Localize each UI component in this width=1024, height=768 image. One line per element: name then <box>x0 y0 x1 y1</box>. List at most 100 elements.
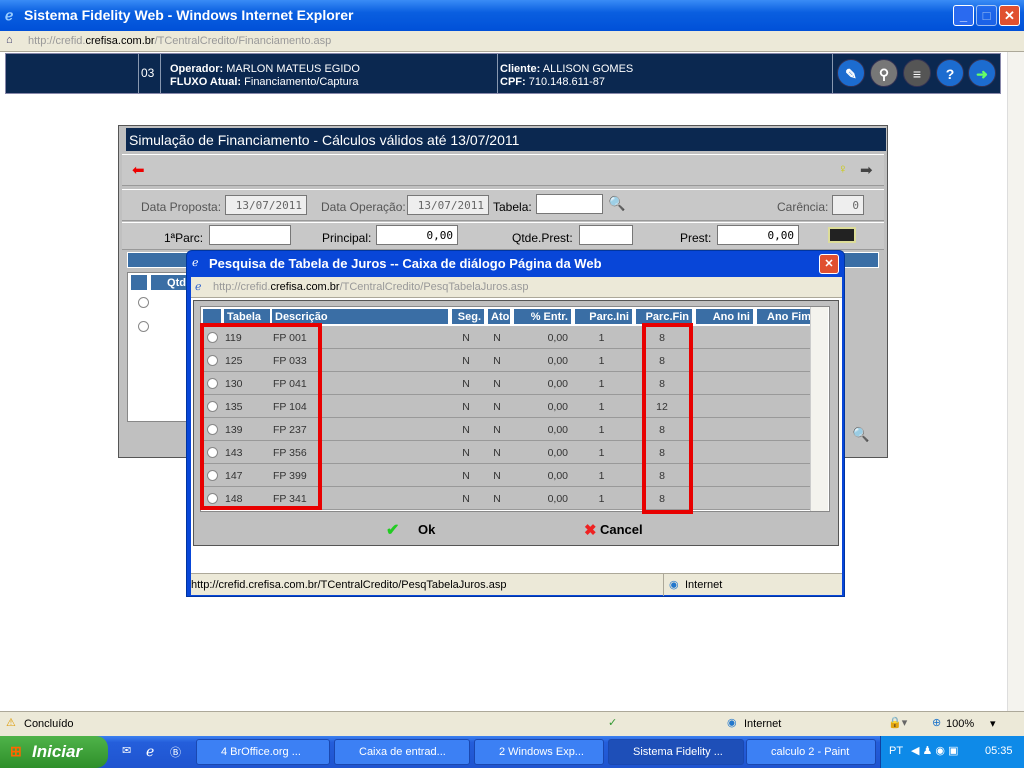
cell-parc-ini: 1 <box>598 470 605 482</box>
cancel-button[interactable]: ✖ Cancel <box>584 522 643 539</box>
cell-entrada: 0,00 <box>547 447 568 459</box>
globe-icon: ◉ <box>727 717 737 729</box>
principal-field[interactable]: 0,00 <box>376 225 458 245</box>
cell-seg: N <box>462 332 470 344</box>
zoom-dropdown-icon[interactable]: ▾ <box>990 717 996 730</box>
task-label: Caixa de entrad... <box>359 746 446 758</box>
cell-parc-ini: 1 <box>598 447 605 459</box>
ie-quicklaunch-icon[interactable]: ℯ <box>146 743 154 760</box>
cell-ato: N <box>493 424 501 436</box>
table-scrollbar[interactable] <box>810 307 828 511</box>
cancel-label: Cancel <box>600 522 643 537</box>
col-header-parc-ini[interactable]: Parc.Ini <box>574 308 633 325</box>
exit-icon[interactable]: ➜ <box>968 59 996 87</box>
tray-icons[interactable]: ◀ ♟ ◉ ▣ <box>911 744 958 757</box>
task-label: calculo 2 - Paint <box>771 746 850 758</box>
start-button[interactable]: ⊞ Iniciar <box>0 736 108 768</box>
taskbar: ⊞ Iniciar ✉ ℯ Ⓑ 4 BrOffice.org ... Caixa … <box>0 736 1024 768</box>
cell-seg: N <box>462 424 470 436</box>
dialog-close-button[interactable]: ✕ <box>819 254 839 274</box>
col-header-seg[interactable]: Seg. <box>451 308 485 325</box>
language-indicator[interactable]: PT <box>889 745 903 757</box>
warning-icon: ⚠ <box>6 717 16 729</box>
address-domain: crefisa.com.br <box>85 35 155 47</box>
privacy-icon: ✓ <box>608 717 618 729</box>
highlight-box-parc-fin <box>642 323 693 514</box>
qtde-prest-label: Qtde.Prest: <box>512 231 573 245</box>
task-paint[interactable]: calculo 2 - Paint <box>746 739 876 765</box>
carencia-field[interactable]: 0 <box>832 195 864 215</box>
cell-seg: N <box>462 493 470 505</box>
prest-label: Prest: <box>680 231 712 245</box>
cell-entrada: 0,00 <box>547 470 568 482</box>
results-col-select <box>130 274 148 291</box>
outlook-quicklaunch-icon[interactable]: ✉ <box>122 744 131 757</box>
help-icon[interactable]: ? <box>936 59 964 87</box>
address-bar[interactable]: ⌂ http://crefid.crefisa.com.br/TCentralC… <box>0 31 1024 52</box>
window-title: Sistema Fidelity Web - Windows Internet … <box>24 7 354 23</box>
prest-field[interactable]: 0,00 <box>717 225 799 245</box>
ok-label: Ok <box>418 522 436 537</box>
back-arrow-icon[interactable]: ⬅ <box>132 161 145 179</box>
col-header-entrada[interactable]: % Entr. <box>513 308 572 325</box>
dates-row: Data Proposta: 13/07/2011 Data Operação:… <box>122 189 884 221</box>
flow-value: Financiamento/Captura <box>244 76 359 88</box>
cell-entrada: 0,00 <box>547 332 568 344</box>
page-icon: ⌂ <box>6 34 13 46</box>
col-header-ato[interactable]: Ato <box>487 308 511 325</box>
cell-entrada: 0,00 <box>547 493 568 505</box>
search-icon[interactable]: 🔍 <box>852 426 869 443</box>
cell-entrada: 0,00 <box>547 355 568 367</box>
forward-arrow-icon[interactable]: ➡ <box>860 161 873 179</box>
task-label: 4 BrOffice.org ... <box>221 746 301 758</box>
tabela-label: Tabela: <box>493 200 532 214</box>
maximize-button[interactable]: □ <box>976 5 997 26</box>
task-inbox[interactable]: Caixa de entrad... <box>334 739 470 765</box>
search-tabela-icon[interactable]: 🔍 <box>608 195 625 212</box>
address-prefix: http://crefid. <box>28 35 86 47</box>
values-row: 1ªParc: Principal: 0,00 Qtde.Prest: Pres… <box>122 222 884 250</box>
data-proposta-field[interactable]: 13/07/2011 <box>225 195 307 215</box>
edit-icon[interactable]: ✎ <box>837 59 865 87</box>
results-grid: Qtd <box>127 272 190 422</box>
task-sistema-fidelity[interactable]: Sistema Fidelity ... <box>608 739 744 765</box>
lightbulb-icon[interactable]: ♀ <box>838 161 848 176</box>
data-operacao-field[interactable]: 13/07/2011 <box>407 195 489 215</box>
app-header: 03 Operador: MARLON MATEUS EGIDO FLUXO At… <box>5 53 1001 94</box>
results-radio[interactable] <box>138 297 149 308</box>
task-label: Sistema Fidelity ... <box>633 746 723 758</box>
zoom-level[interactable]: 100% <box>946 718 974 730</box>
results-radio[interactable] <box>138 321 149 332</box>
qtde-prest-field[interactable] <box>579 225 633 245</box>
cell-parc-ini: 1 <box>598 493 605 505</box>
calculator-icon[interactable] <box>828 227 856 243</box>
list-icon[interactable]: ≡ <box>903 59 931 87</box>
cell-ato: N <box>493 332 501 344</box>
page-scrollbar[interactable] <box>1007 52 1024 711</box>
col-header-ano-ini[interactable]: Ano Ini <box>695 308 754 325</box>
dialog-zone: Internet <box>685 579 723 591</box>
close-button[interactable]: ✕ <box>999 5 1020 26</box>
tabela-field[interactable] <box>536 194 603 214</box>
cell-ato: N <box>493 447 501 459</box>
windows-logo-icon: ⊞ <box>10 743 22 759</box>
dialog-title: Pesquisa de Tabela de Juros -- Caixa de … <box>209 256 602 271</box>
cell-parc-ini: 1 <box>598 378 605 390</box>
protected-mode-icon[interactable]: 🔒▾ <box>888 716 907 729</box>
col-header-ano-fim[interactable]: Ano Fim <box>756 308 815 325</box>
search-users-icon[interactable]: ⚲ <box>870 59 898 87</box>
task-broffice[interactable]: 4 BrOffice.org ... <box>196 739 330 765</box>
client-info: Cliente: ALLISON GOMES CPF: 710.148.611-8… <box>498 54 833 93</box>
client-name: ALLISON GOMES <box>542 63 634 75</box>
minimize-button[interactable]: _ <box>953 5 974 26</box>
cell-seg: N <box>462 447 470 459</box>
parc1-field[interactable] <box>209 225 291 245</box>
data-proposta-label: Data Proposta: <box>141 200 222 214</box>
app-quicklaunch-icon[interactable]: Ⓑ <box>170 744 181 760</box>
carencia-label: Carência: <box>777 200 829 214</box>
dialog-address-path: /TCentralCredito/PesqTabelaJuros.asp <box>339 281 529 293</box>
task-windows-explorer[interactable]: 2 Windows Exp... <box>474 739 604 765</box>
globe-icon: ◉ <box>669 579 679 591</box>
ok-button[interactable]: ✔ Ok <box>386 522 436 539</box>
dialog-address-prefix: http://crefid. <box>213 281 271 293</box>
